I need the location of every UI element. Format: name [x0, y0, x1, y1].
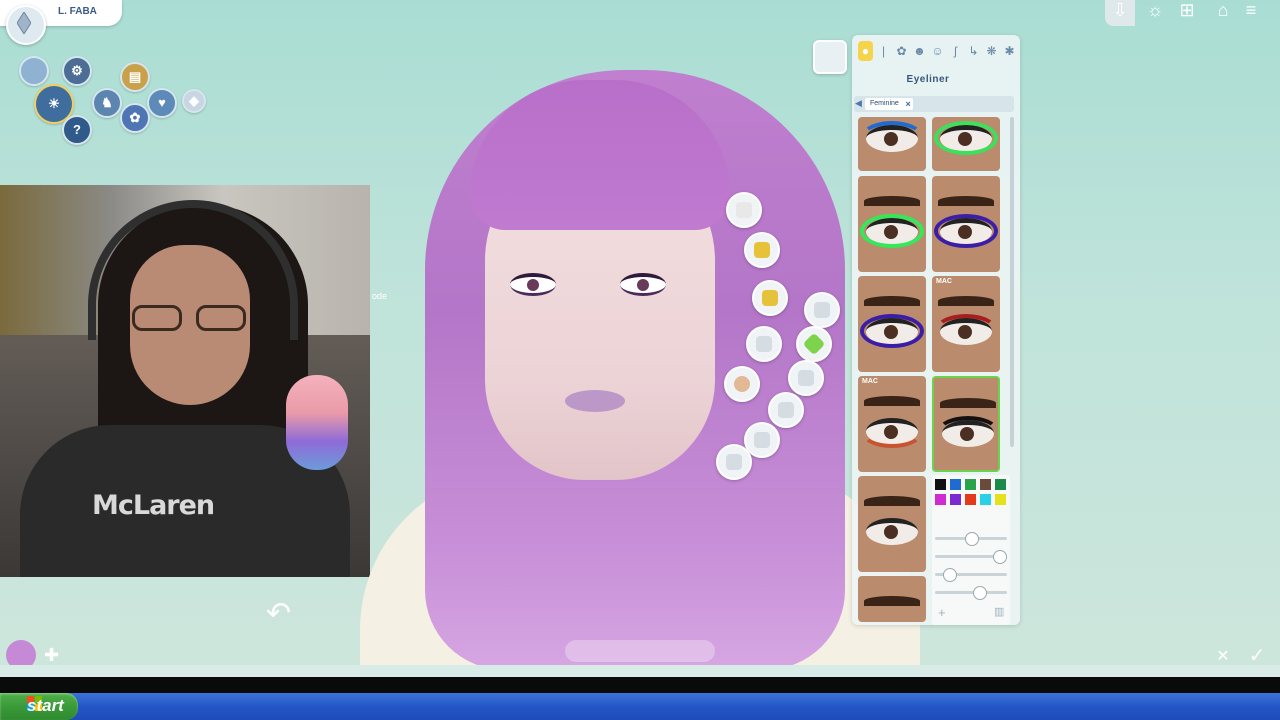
blush-icon[interactable]	[768, 392, 804, 428]
tab-lipstick-icon[interactable]: ✿	[894, 41, 909, 61]
color-picker: + ▥	[932, 475, 1010, 625]
palette-icon[interactable]	[716, 444, 752, 480]
gallery-icon[interactable]: ⌂	[1208, 0, 1238, 26]
hex-lips-icon[interactable]: ♥	[147, 88, 177, 118]
color-swatch[interactable]	[995, 479, 1006, 490]
hex-empty-slot[interactable]	[19, 56, 49, 86]
color-swatch[interactable]	[980, 479, 991, 490]
start-label: start	[27, 696, 64, 715]
tab-blush-icon[interactable]: ☻	[912, 41, 927, 61]
sim-left-eye[interactable]	[510, 273, 556, 296]
eyeliner-swatch[interactable]	[858, 276, 926, 372]
makeup-category-tabs: ● | ✿ ☻ ☺ ʃ ↳ ❋ ✱	[858, 41, 1018, 67]
sim-lips[interactable]	[565, 390, 625, 412]
eyeliner-swatch[interactable]	[932, 176, 1000, 272]
tab-brow-icon[interactable]: ☺	[930, 41, 945, 61]
makeup-panel: ● | ✿ ☻ ☺ ʃ ↳ ❋ ✱ Eyeliner ◀ Feminine × M…	[852, 35, 1020, 625]
hex-hat-icon[interactable]: ♞	[92, 88, 122, 118]
tab-eyeshadow-icon[interactable]: ●	[858, 41, 873, 61]
hair-icon[interactable]	[744, 232, 780, 268]
tab-tattoo-icon[interactable]: ❋	[984, 41, 999, 61]
tab-nails-icon[interactable]: ↳	[966, 41, 981, 61]
eyeliner-swatch[interactable]: MAC	[858, 376, 926, 472]
color-swatch[interactable]	[950, 479, 961, 490]
filter-bar: ◀ Feminine ×	[854, 96, 1014, 112]
color-swatch[interactable]	[950, 494, 961, 505]
filter-remove-icon[interactable]: ×	[906, 98, 911, 110]
cart-icon[interactable]: ⊞	[1172, 0, 1202, 26]
opacity-slider[interactable]	[935, 568, 1007, 582]
overlay-text: ode	[372, 291, 388, 301]
microphone	[286, 375, 348, 470]
hex-gem-icon[interactable]: ◆	[182, 89, 206, 113]
hue-slider[interactable]	[935, 532, 1007, 546]
earrings-icon[interactable]	[746, 326, 782, 362]
color-swatch[interactable]	[964, 478, 977, 491]
eyeliner-swatch[interactable]	[858, 476, 926, 572]
hex-book-icon[interactable]: ▤	[120, 62, 150, 92]
color-swatch[interactable]	[980, 494, 991, 505]
filter-chip[interactable]: Feminine ×	[865, 98, 913, 110]
tab-eyeliner-icon[interactable]: |	[876, 41, 891, 61]
light-icon[interactable]: ☼	[1140, 0, 1170, 26]
plumbob-menu-button[interactable]	[6, 5, 46, 45]
filter-chip-label: Feminine	[870, 100, 899, 107]
color-swatch[interactable]	[935, 494, 946, 505]
sim-name: L. FABA	[58, 6, 97, 17]
download-icon[interactable]: ⇩	[1105, 0, 1135, 26]
glasses-icon[interactable]	[804, 292, 840, 328]
eyeliner-swatch-selected[interactable]	[932, 376, 1000, 472]
shirt-logo-text: McLaren	[92, 490, 215, 521]
brand-tag: MAC	[862, 378, 878, 385]
brightness-slider[interactable]	[935, 586, 1007, 600]
add-color-icon[interactable]: +	[938, 605, 946, 620]
webcam-feed: McLaren	[0, 185, 370, 577]
saturation-slider[interactable]	[935, 550, 1007, 564]
color-swatch[interactable]	[965, 494, 976, 505]
makeup-pencil-icon[interactable]	[796, 326, 832, 362]
tab-lash-icon[interactable]: ʃ	[948, 41, 963, 61]
hat-icon[interactable]	[752, 280, 788, 316]
color-swatch[interactable]	[935, 479, 946, 490]
category-title: Eyeliner	[906, 74, 950, 85]
brand-tag: MAC	[936, 278, 952, 285]
eyeliner-swatch[interactable]	[858, 176, 926, 272]
trash-icon[interactable]: ▥	[994, 605, 1004, 618]
face-detail-icon[interactable]	[724, 366, 760, 402]
video-strip	[0, 677, 1280, 693]
eyeliner-swatch[interactable]	[858, 576, 926, 622]
hex-flower-icon[interactable]: ✿	[120, 103, 150, 133]
eyeliner-swatch[interactable]	[858, 117, 926, 171]
swatch-scrollbar[interactable]	[1010, 117, 1014, 447]
filter-arrow-icon[interactable]: ◀	[855, 98, 862, 109]
lipstick-icon[interactable]	[788, 360, 824, 396]
add-sim-icon[interactable]: ✚	[44, 645, 59, 666]
start-button[interactable]: start	[0, 693, 78, 720]
eyeliner-swatch[interactable]: MAC	[932, 276, 1000, 372]
taskbar	[0, 693, 1280, 720]
plumbob-icon	[17, 12, 31, 34]
camera-controls[interactable]	[565, 640, 715, 662]
panel-toggle-button[interactable]	[813, 40, 847, 74]
tab-more-icon[interactable]: ✱	[1002, 41, 1017, 61]
help-button[interactable]: ?	[62, 115, 92, 145]
sim-right-eye[interactable]	[620, 273, 666, 296]
eyeliner-swatch[interactable]	[932, 117, 1000, 171]
menu-icon[interactable]: ≡	[1236, 0, 1266, 26]
color-swatch[interactable]	[995, 494, 1006, 505]
head-shape-icon[interactable]	[726, 192, 762, 228]
undo-arrow-icon[interactable]: ↶	[266, 596, 310, 632]
bottom-strip	[0, 665, 1280, 677]
hex-car-icon[interactable]: ⚙	[62, 56, 92, 86]
